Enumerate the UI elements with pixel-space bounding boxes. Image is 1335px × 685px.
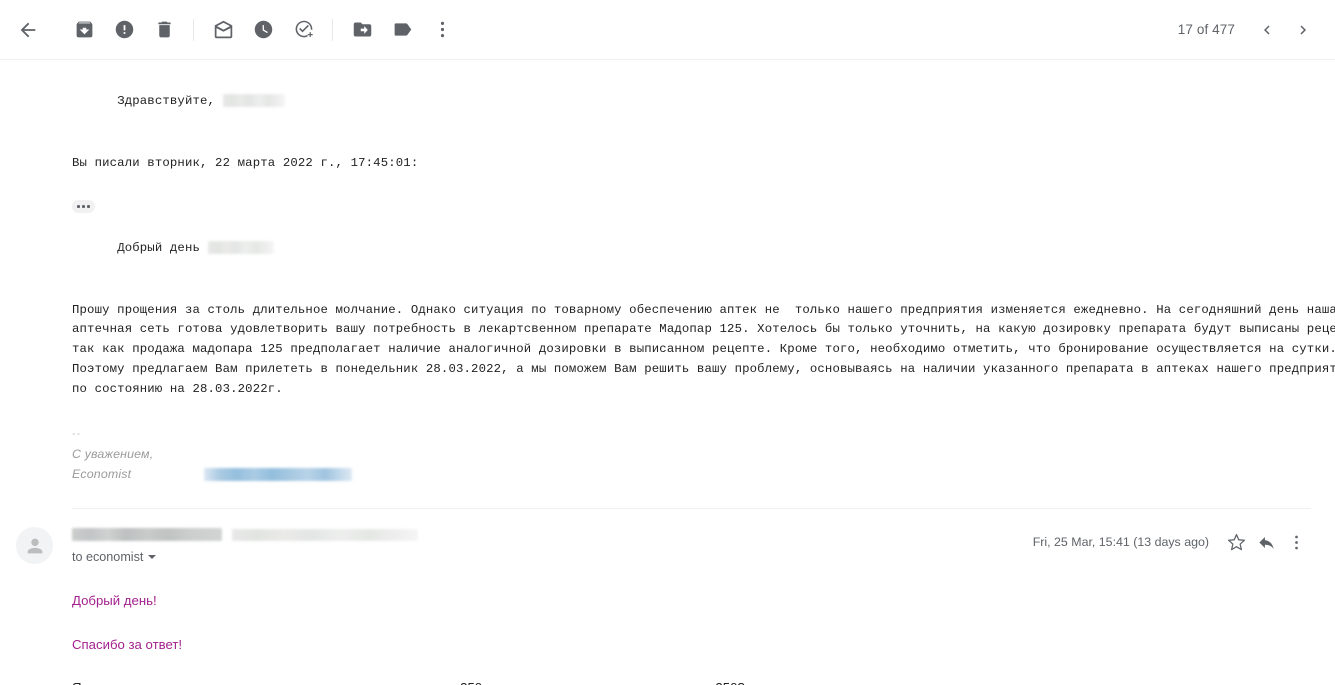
labels-icon: [394, 23, 411, 36]
more-options-icon: [1294, 535, 1298, 549]
ellipsis-icon: [77, 205, 90, 208]
chevron-right-icon: [1300, 25, 1306, 34]
reply-greeting: Добрый день!: [72, 593, 157, 609]
mark-unread-icon: [214, 20, 232, 39]
message-pager: 17 of 477: [1178, 12, 1321, 48]
toolbar-separator-2: [332, 18, 333, 41]
show-trimmed-content-button[interactable]: [72, 199, 95, 213]
report-spam-button[interactable]: [104, 10, 144, 50]
redacted-salutation-name: [208, 240, 275, 254]
message-more-options-button[interactable]: [1281, 527, 1311, 557]
reply-thanks: Спасибо за ответ!: [72, 636, 183, 652]
quoted-paragraph-line: так как продажа мадопара 125 предполагае…: [72, 340, 1335, 360]
back-to-inbox-button[interactable]: [8, 10, 48, 50]
reply-question-paragraph: Я правильно понимаю, что на рецепты, выд…: [72, 678, 1311, 685]
signature-closing: С уважением,: [72, 446, 154, 461]
reply-button[interactable]: [1251, 527, 1281, 557]
move-to-icon: [353, 22, 371, 37]
labels-button[interactable]: [382, 10, 422, 50]
signature-role: Economist: [72, 466, 132, 481]
quoted-wrote-line: Вы писали вторник, 22 марта 2022 г., 17:…: [72, 155, 419, 170]
chevron-left-icon: [1264, 25, 1270, 34]
person-icon: [27, 538, 42, 553]
archive-button[interactable]: [64, 10, 104, 50]
recipient-label: to economist: [72, 550, 144, 565]
quoted-line-text: по состоянию на 28.03.2022г.: [72, 382, 283, 397]
email-toolbar: 17 of 477: [0, 0, 1335, 60]
quoted-greeting-text: Здравствуйте,: [117, 93, 216, 108]
chevron-down-icon[interactable]: [148, 555, 157, 560]
quoted-paragraph-line: аптечная сеть готова удовлетворить вашу …: [72, 320, 1335, 340]
reply-question-line-1: Я правильно понимаю, что на рецепты, выд…: [72, 678, 1311, 685]
email-thread: Здравствуйте, Вы писали вторник, 22 март…: [0, 60, 1335, 685]
quoted-greeting-line: Здравствуйте,: [72, 72, 1311, 132]
quoted-paragraph-line: Поэтому предлагаем Вам прилететь в понед…: [72, 360, 1335, 380]
message-divider: [72, 508, 1311, 510]
pager-count-label: 17 of 477: [1177, 22, 1235, 37]
quoted-salutation-text: Добрый день: [117, 240, 201, 255]
newer-message-button[interactable]: [1285, 12, 1321, 48]
redacted-sender-email: [232, 528, 418, 541]
reply-icon: [1258, 536, 1274, 549]
add-to-tasks-button[interactable]: [283, 10, 323, 50]
message-date: Fri, 25 Mar, 15:41 (13 days ago): [1032, 535, 1209, 550]
move-to-button[interactable]: [342, 10, 382, 50]
archive-icon: [76, 21, 92, 38]
sender-line[interactable]: [72, 525, 1033, 544]
delete-button[interactable]: [144, 10, 184, 50]
quoted-salutation-line: Добрый день: [72, 219, 1311, 279]
signature-role-row: Economist: [72, 464, 1311, 484]
quoted-signature: -- С уважением, Economist: [72, 426, 1311, 484]
reply-message: to economist Fri, 25 Mar, 15:41 (13 days…: [0, 509, 1335, 685]
back-arrow-icon: [20, 22, 36, 37]
reply-message-text: Добрый день! Спасибо за ответ! Я правиль…: [72, 591, 1311, 685]
reply-header: to economist Fri, 25 Mar, 15:41 (13 days…: [72, 525, 1311, 564]
quoted-paragraph-line: Прошу прощения за столь длительное молча…: [72, 301, 1335, 321]
more-options-button[interactable]: [422, 10, 462, 50]
quoted-line-text: так как продажа мадопара 125 предполагае…: [72, 342, 1335, 357]
redacted-recipient-name: [223, 94, 286, 108]
star-icon: [1227, 533, 1245, 550]
more-options-icon: [440, 21, 444, 38]
redacted-sender-name: [72, 528, 222, 542]
star-button[interactable]: [1221, 527, 1251, 557]
quoted-paragraph-line: по состоянию на 28.03.2022г.: [72, 380, 1311, 400]
quoted-line-text: аптечная сеть готова удовлетворить вашу …: [72, 322, 1335, 337]
quoted-message: Здравствуйте, Вы писали вторник, 22 март…: [0, 60, 1335, 510]
redacted-signature-contact: [204, 467, 353, 481]
reply-meta: Fri, 25 Mar, 15:41 (13 days ago): [1033, 525, 1311, 557]
quoted-line-text: Поэтому предлагаем Вам прилететь в понед…: [72, 362, 1335, 377]
snooze-button[interactable]: [243, 10, 283, 50]
reply-body: to economist Fri, 25 Mar, 15:41 (13 days…: [53, 525, 1311, 685]
toolbar-separator-1: [193, 18, 194, 41]
recipient-line[interactable]: to economist: [72, 550, 1033, 564]
quoted-paragraph: Прошу прощения за столь длительное молча…: [72, 301, 1335, 401]
reply-sender-block: to economist: [72, 525, 1033, 564]
snooze-icon: [254, 20, 272, 39]
add-to-tasks-icon: [295, 20, 313, 38]
avatar: [16, 527, 53, 565]
delete-icon: [157, 21, 171, 38]
older-message-button[interactable]: [1249, 12, 1285, 48]
quoted-line-text: Прошу прощения за столь длительное молча…: [72, 302, 1335, 317]
signature-separator: --: [72, 428, 82, 441]
mark-unread-button[interactable]: [203, 10, 243, 50]
report-spam-icon: [115, 20, 133, 39]
